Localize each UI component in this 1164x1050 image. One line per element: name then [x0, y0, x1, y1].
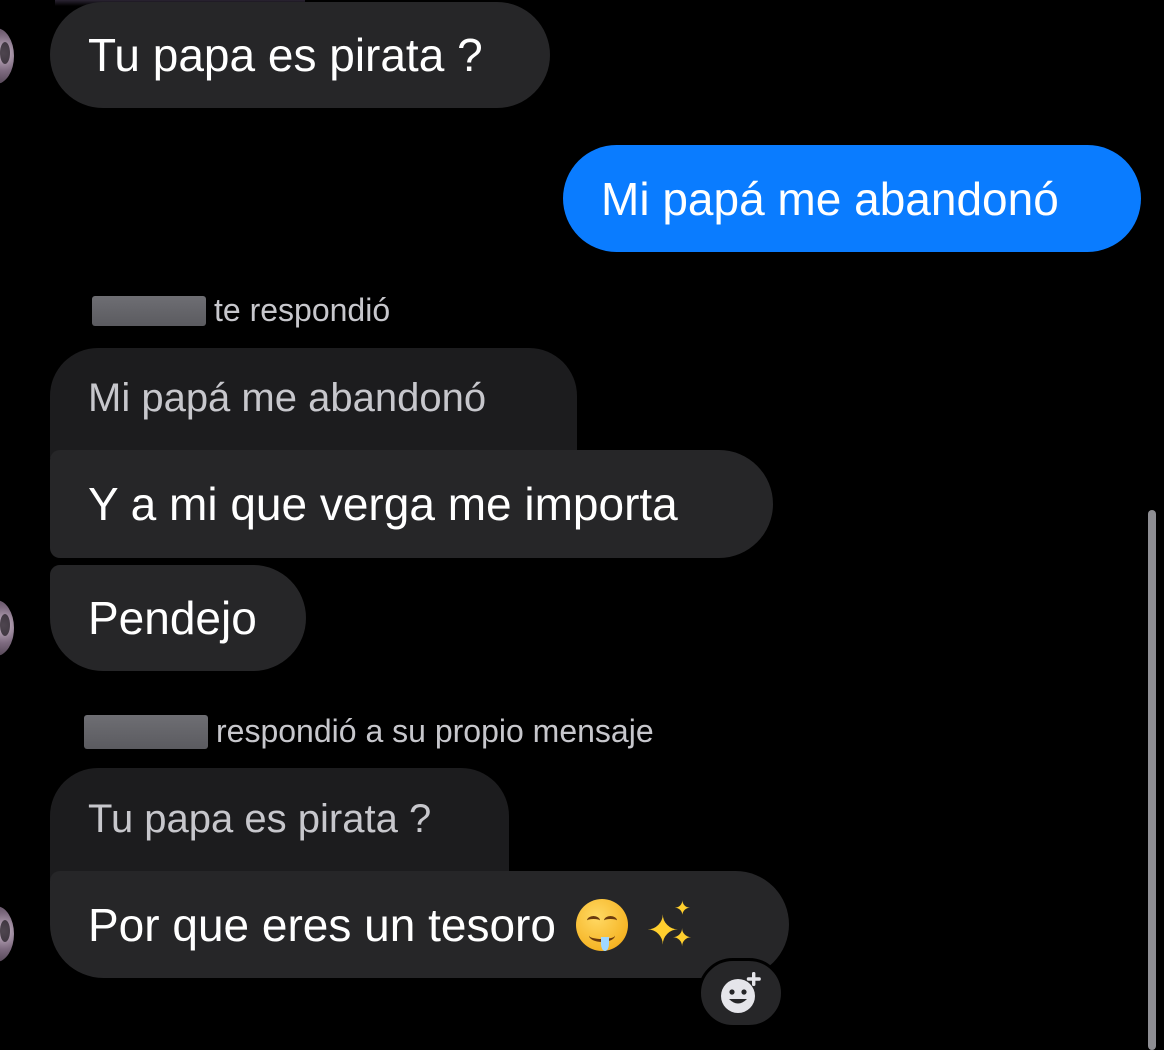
message-text: Y a mi que verga me importa — [88, 478, 678, 530]
scrollbar[interactable] — [1148, 510, 1156, 1050]
message-text: Pendejo — [88, 592, 257, 644]
message-bubble-incoming[interactable]: Por que eres un tesoro ✦ ✦ ✦ — [50, 871, 789, 978]
contact-avatar[interactable] — [0, 28, 14, 84]
drooling-face-emoji — [575, 898, 628, 951]
reply-indicator: respondió a su propio mensaje — [84, 713, 654, 750]
message-text: Mi papá me abandonó — [601, 172, 1059, 225]
contact-avatar[interactable] — [0, 600, 14, 656]
sparkles-emoji: ✦ ✦ ✦ — [645, 897, 693, 953]
message-text: Por que eres un tesoro — [88, 898, 556, 951]
reply-note-text: te respondió — [214, 292, 391, 328]
quoted-text: Mi papá me abandonó — [88, 376, 487, 420]
message-bubble-incoming[interactable]: Pendejo — [50, 565, 306, 671]
message-bubble-incoming[interactable]: Tu papa es pirata ? — [50, 2, 550, 108]
redacted-name — [92, 295, 206, 326]
reply-note-text: respondió a su propio mensaje — [216, 713, 654, 749]
message-bubble-incoming[interactable]: Y a mi que verga me importa — [50, 450, 773, 558]
quoted-message[interactable]: Mi papá me abandonó — [50, 348, 577, 458]
reply-indicator: te respondió — [92, 292, 390, 329]
message-text: Tu papa es pirata ? — [88, 29, 483, 81]
quoted-message[interactable]: Tu papa es pirata ? — [50, 768, 509, 880]
message-bubble-outgoing[interactable]: Mi papá me abandonó — [563, 145, 1141, 252]
contact-avatar[interactable] — [0, 906, 14, 962]
redacted-name — [84, 714, 208, 749]
add-reaction-button[interactable] — [698, 958, 784, 1028]
smiley-plus-icon — [721, 972, 761, 1013]
quoted-text: Tu papa es pirata ? — [88, 797, 432, 841]
